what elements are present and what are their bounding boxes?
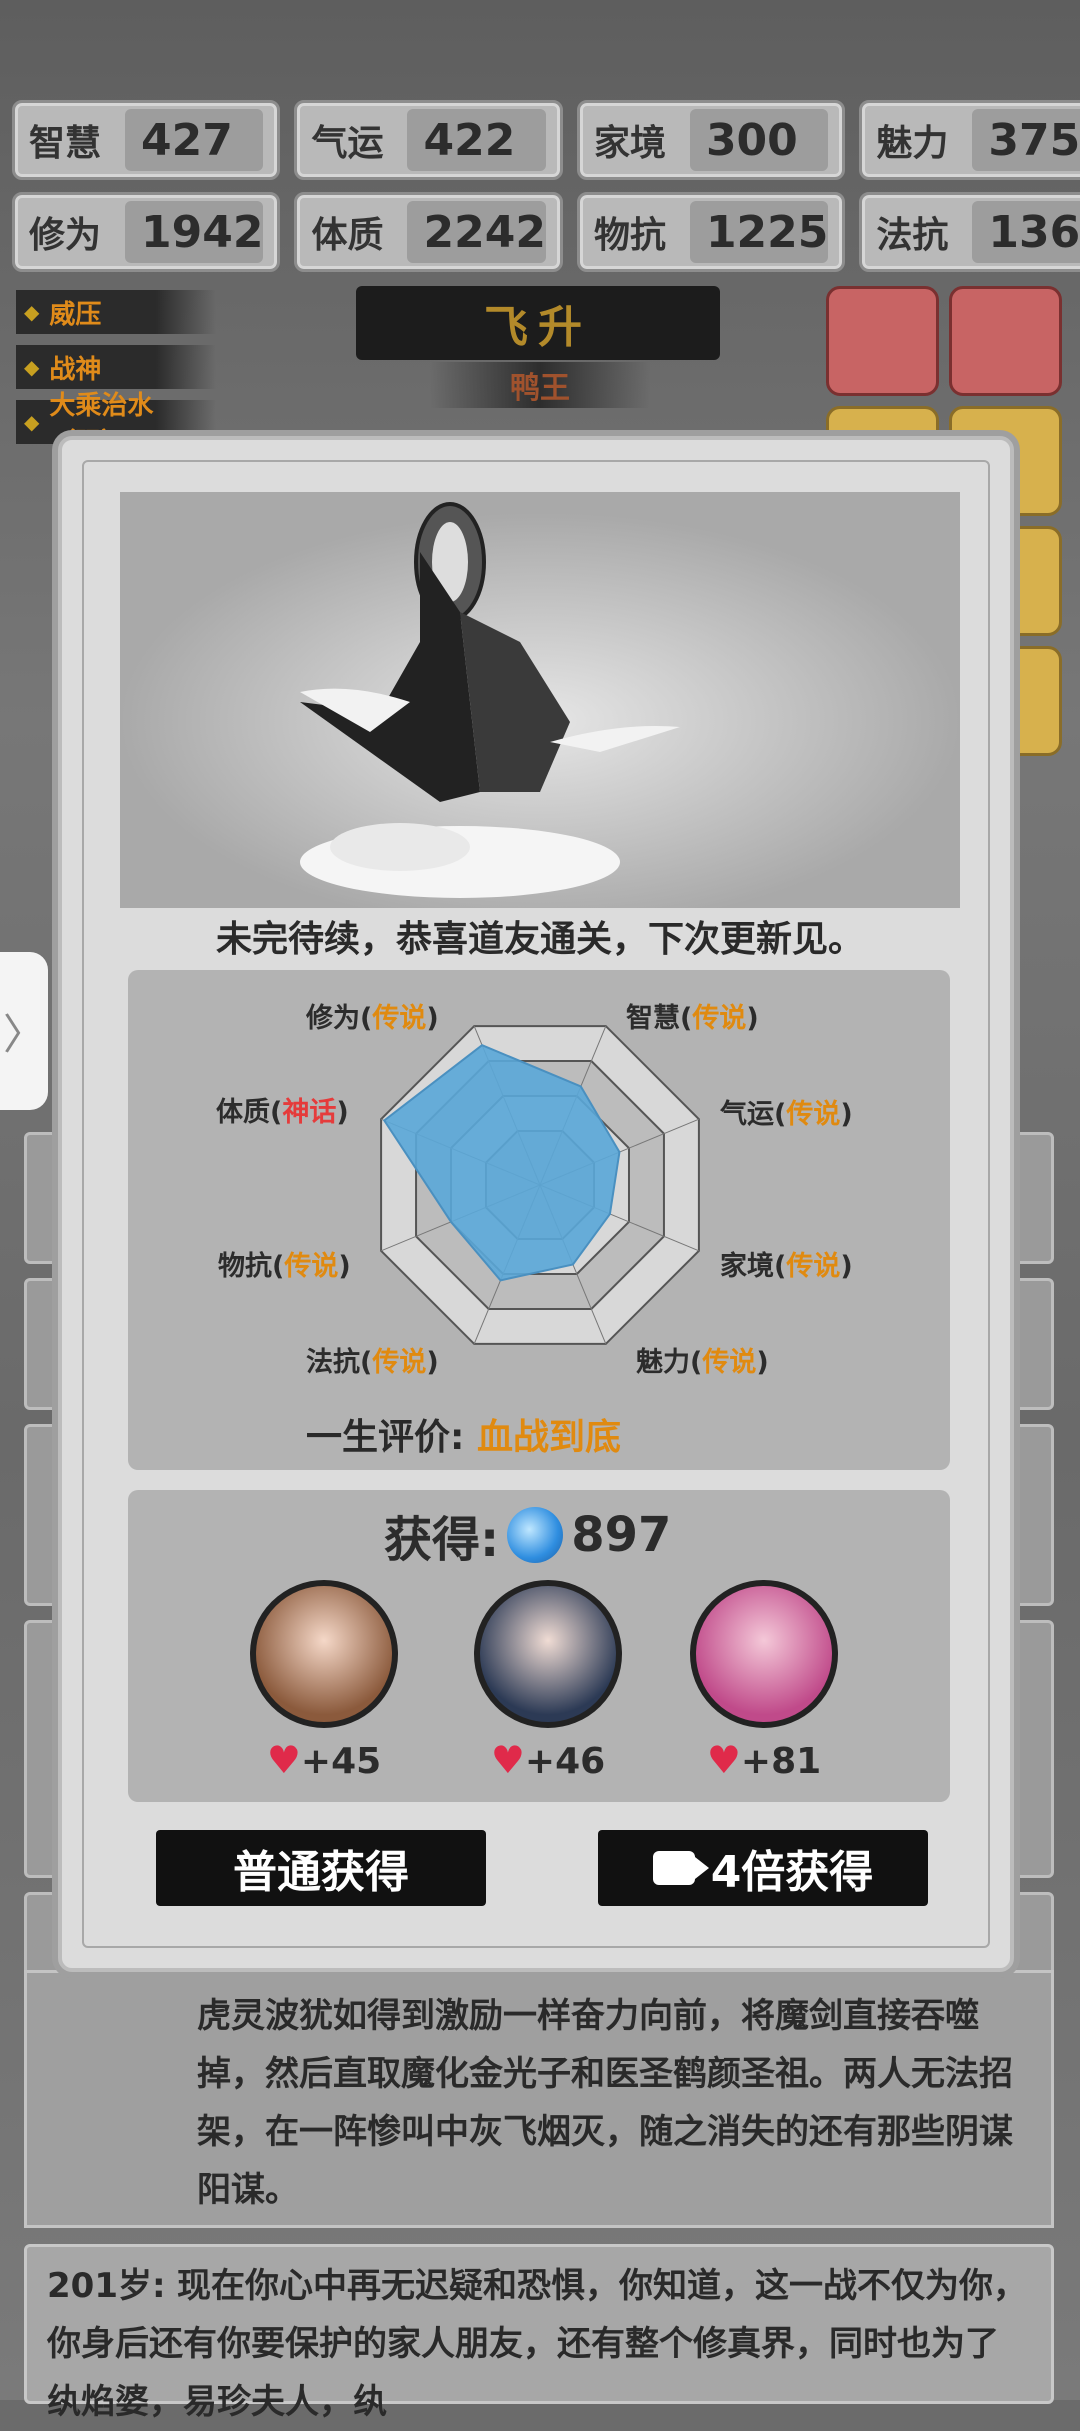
gain-value: 897	[571, 1507, 672, 1563]
affection-value: +45	[300, 1741, 382, 1782]
companion-portrait	[474, 1580, 622, 1728]
radar-label-wisdom: 智慧(传说)	[626, 1003, 759, 1034]
radar-quality: 传说	[702, 1347, 757, 1378]
radar-label-physical-resist: 物抗(传说)	[218, 1251, 351, 1282]
heart-icon: ♥	[706, 1738, 741, 1782]
radar-chart	[380, 1025, 700, 1345]
affection-gain: ♥+81	[684, 1738, 844, 1782]
rating-label: 一生评价:	[306, 1417, 465, 1458]
radar-quality: 传说	[786, 1251, 841, 1282]
life-rating: 一生评价: 血战到底	[306, 1408, 621, 1460]
radar-label-luck: 气运(传说)	[720, 1099, 853, 1130]
affection-value: +81	[740, 1741, 822, 1782]
normal-claim-button[interactable]: 普通获得	[156, 1830, 486, 1906]
log-entry-text: 虎灵波犹如得到激励一样奋力向前，将魔剑直接吞噬掉，然后直取魔化金光子和医圣鹤颜圣…	[24, 1970, 1054, 2228]
log-entry-201: 201岁: 现在你心中再无迟疑和恐惧，你知道，这一战不仅为你，你身后还有你要保护的…	[24, 2244, 1054, 2422]
radar-quality: 传说	[692, 1003, 747, 1034]
ad-claim-label: 4倍获得	[710, 1847, 874, 1898]
affection-gain: ♥+46	[468, 1738, 628, 1782]
radar-attr: 物抗	[218, 1251, 272, 1282]
companion-reward: ♥+46	[468, 1580, 628, 1782]
rating-value: 血战到底	[476, 1417, 621, 1458]
ad-claim-4x-button[interactable]: 4倍获得	[598, 1830, 928, 1906]
heart-icon: ♥	[266, 1738, 301, 1782]
heart-icon: ♥	[490, 1738, 525, 1782]
radar-attr: 体质	[216, 1097, 270, 1128]
radar-label-physique: 体质(神话)	[216, 1097, 349, 1128]
radar-quality: 传说	[786, 1099, 841, 1130]
radar-quality: 传说	[284, 1251, 339, 1282]
radar-attr: 法抗	[306, 1347, 360, 1378]
radar-quality: 传说	[372, 1003, 427, 1034]
radar-attr: 智慧	[626, 1003, 680, 1034]
radar-attr: 魅力	[636, 1347, 690, 1378]
radar-attr: 家境	[720, 1251, 774, 1282]
affection-gain: ♥+45	[244, 1738, 404, 1782]
radar-attr: 气运	[720, 1099, 774, 1130]
radar-quality: 神话	[282, 1097, 337, 1128]
radar-label-family: 家境(传说)	[720, 1251, 853, 1282]
radar-label-charm: 魅力(传说)	[636, 1347, 769, 1378]
radar-quality: 传说	[372, 1347, 427, 1378]
companion-portrait	[250, 1580, 398, 1728]
companion-reward: ♥+81	[684, 1580, 844, 1782]
log-text: 现在你心中再无迟疑和恐惧，你知道，这一战不仅为你，你身后还有你要保护的家人朋友，…	[47, 2266, 1027, 2422]
affection-value: +46	[524, 1741, 606, 1782]
gain-label: 获得:	[384, 1512, 500, 1568]
companion-reward: ♥+45	[244, 1580, 404, 1782]
log-age: 201岁:	[47, 2266, 166, 2306]
radar-label-cultivation: 修为(传说)	[306, 1003, 439, 1034]
radar-attr: 修为	[306, 1003, 360, 1034]
reward-gain: 获得: 897	[384, 1500, 671, 1570]
spirit-gem-icon	[507, 1507, 564, 1563]
video-camera-icon	[652, 1851, 709, 1885]
radar-label-magic-resist: 法抗(传说)	[306, 1347, 439, 1378]
companion-portrait	[690, 1580, 838, 1728]
